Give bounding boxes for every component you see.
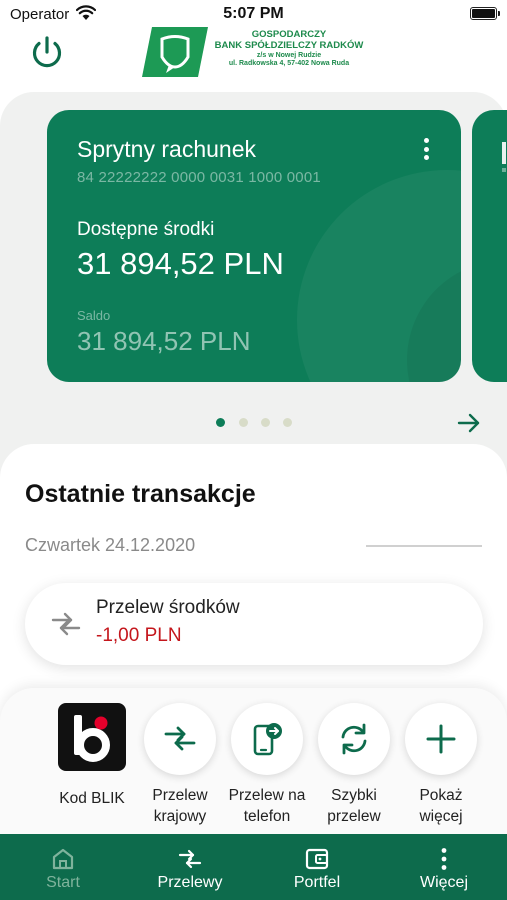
account-number: 84 22222222 0000 0031 1000 0001 <box>77 169 321 186</box>
tab-label: Start <box>46 874 80 891</box>
balance-label: Saldo <box>77 308 111 323</box>
tab-bar: Start Przelewy Portfel Więcej <box>0 834 507 900</box>
tab-transfers[interactable]: Przelewy <box>127 834 253 900</box>
tab-label: Przelewy <box>157 874 223 891</box>
home-icon <box>52 848 74 870</box>
phone-transfer-icon <box>231 703 303 775</box>
quick-action-domestic-transfer[interactable]: Przelew krajowy <box>137 703 223 827</box>
quick-action-label: Szybki przelew <box>327 787 381 825</box>
quick-action-phone-transfer[interactable]: Przelew na telefon <box>224 703 310 827</box>
status-bar: Operator 5:07 PM <box>0 0 507 28</box>
page-dot[interactable] <box>239 418 248 427</box>
balance-value: 31 894,52 PLN <box>77 326 251 356</box>
quick-action-label: Przelew krajowy <box>152 787 208 825</box>
transfer-arrows-icon <box>178 849 202 869</box>
status-time: 5:07 PM <box>223 5 284 22</box>
bank-logo: GOSPODARCZY BANK SPÓŁDZIELCZY RADKÓW z/s… <box>142 27 372 77</box>
plus-icon <box>405 703 477 775</box>
blik-logo <box>58 703 126 771</box>
quick-action-label: Pokaż więcej <box>419 787 463 825</box>
transfer-arrows-icon <box>144 703 216 775</box>
more-vertical-icon <box>441 848 447 870</box>
quick-action-label: Kod BLIK <box>59 790 125 807</box>
more-vertical-icon[interactable] <box>419 138 433 164</box>
transaction-date-header: Czwartek 24.12.2020 <box>25 535 196 555</box>
quick-action-label: Przelew na telefon <box>228 787 306 825</box>
next-card-peek <box>502 142 506 172</box>
next-account-card[interactable] <box>472 110 507 382</box>
tab-more[interactable]: Więcej <box>381 834 507 900</box>
logo-line-2: BANK SPÓŁDZIELCZY RADKÓW <box>214 39 364 51</box>
transaction-amount: -1,00 PLN <box>96 625 182 646</box>
quick-action-quick-transfer[interactable]: Szybki przelew <box>311 703 397 827</box>
arrow-right-icon[interactable] <box>457 411 481 435</box>
transaction-name: Przelew środków <box>96 597 240 618</box>
quick-action-blik[interactable]: Kod BLIK <box>49 703 135 809</box>
battery-icon <box>470 7 500 20</box>
available-funds-value: 31 894,52 PLN <box>77 246 284 281</box>
recent-transactions-title: Ostatnie transakcje <box>25 480 256 508</box>
account-card[interactable]: Sprytny rachunek 84 22222222 0000 0031 1… <box>47 110 461 382</box>
bank-logo-mark <box>142 27 208 77</box>
page-dot[interactable] <box>261 418 270 427</box>
power-icon[interactable] <box>28 34 66 72</box>
tab-wallet[interactable]: Portfel <box>254 834 380 900</box>
quick-action-show-more[interactable]: Pokaż więcej <box>398 703 484 827</box>
transfer-arrows-icon <box>51 612 81 636</box>
tab-label: Portfel <box>293 874 341 891</box>
tab-label: Więcej <box>419 874 468 891</box>
transaction-item[interactable]: Przelew środków -1,00 PLN <box>25 583 483 665</box>
account-name: Sprytny rachunek <box>77 136 256 162</box>
wallet-icon <box>305 848 329 870</box>
page-dot[interactable] <box>283 418 292 427</box>
logo-line-3: z/s w Nowej Rudzie <box>256 51 322 59</box>
logo-line-4: ul. Radkowska 4, 57-402 Nowa Ruda <box>228 59 350 67</box>
divider <box>366 545 482 547</box>
page-dot[interactable] <box>216 418 225 427</box>
refresh-icon <box>318 703 390 775</box>
tab-start[interactable]: Start <box>0 834 126 900</box>
available-funds-label: Dostępne środki <box>77 219 215 240</box>
